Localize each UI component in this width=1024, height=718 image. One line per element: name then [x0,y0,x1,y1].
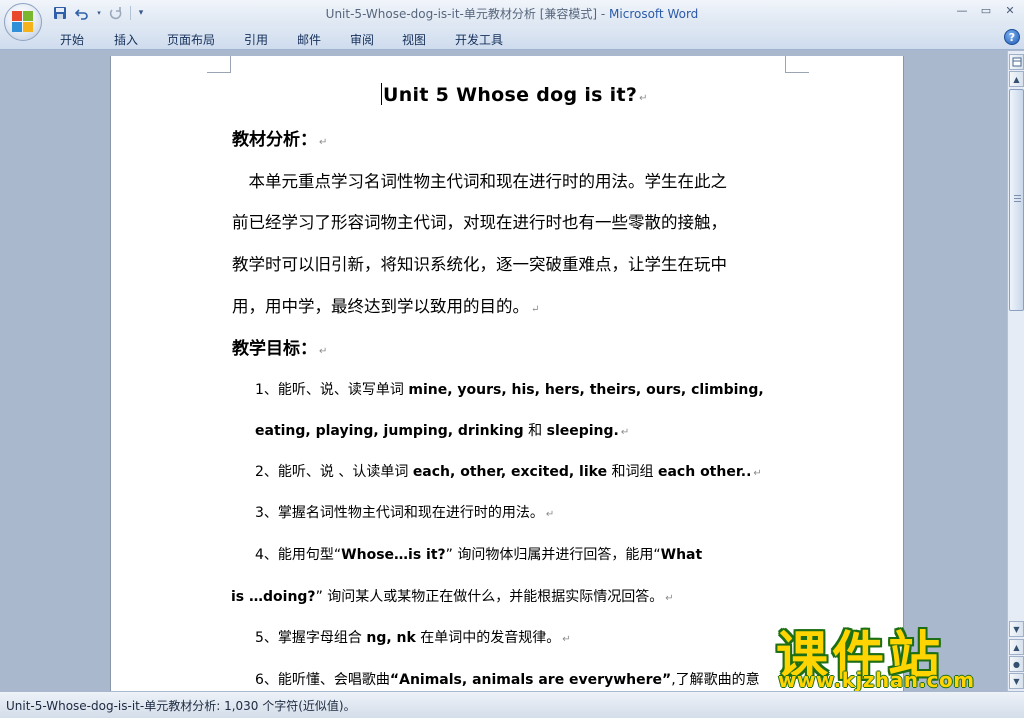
objective-english: ng, nk [366,630,416,646]
help-icon[interactable]: ? [1004,29,1020,45]
document-name: Unit-5-Whose-dog-is-it-单元教材分析 [兼容模式] [325,7,598,21]
objective-english: each, other, excited, like [412,464,608,480]
crop-mark-top-right [785,56,809,73]
section-heading-teaching-goals: 教学目标： ↵ [232,334,327,359]
title-separator: - [597,7,610,21]
select-browse-object-icon[interactable]: ● [1009,656,1024,672]
heading-text: 教学目标： [232,339,317,359]
objective-english: sleeping. [546,423,619,439]
text-cursor [381,83,382,105]
objective-text: 在单词中的发音规律。 [415,630,561,646]
objective-english: is …doing? [231,589,316,605]
document-work-area: Unit 5 Whose dog is it? ↵ 教材分析： ↵ 本单元重点学习名… [0,51,1007,692]
tab-mailings[interactable]: 邮件 [297,31,321,48]
objective-text: 和 [523,423,547,439]
view-ruler-icon[interactable] [1009,54,1024,70]
watermark-url: www.kjzhan.com [778,668,975,692]
objective-text: ” 询问某人或某物正在做什么，并能根据实际情况回答。 [315,589,664,605]
application-name: Microsoft Word [609,7,699,21]
office-button[interactable] [4,3,42,41]
body-line-2: 前已经学习了形容词物主代词，对现在进行时也有一些零散的接触， [232,213,727,232]
paragraph-mark: ↵ [562,634,571,645]
objective-1-line-2: eating, playing, jumping, drinking 和 sle… [255,420,629,440]
objective-5: 5、掌握字母组合 ng, nk 在单词中的发音规律。 ↵ [255,627,571,647]
title-bar: ▾ ▾ Unit-5-Whose-dog-is-it-单元教材分析 [兼容模式]… [0,0,1024,26]
close-button[interactable]: ✕ [1000,2,1020,18]
window-controls: — ▭ ✕ [952,2,1020,18]
heading-text: 教材分析： [232,130,317,150]
paragraph-mark: ↵ [753,468,762,479]
body-line-1: 本单元重点学习名词性物主代词和现在进行时的用法。学生在此之 [232,172,728,191]
objective-english: eating, playing, jumping, drinking [255,423,524,439]
paragraph-mark: ↵ [319,346,328,357]
paragraph-mark: ↵ [319,137,328,148]
paragraph-mark: ↵ [545,509,555,520]
section-heading-material-analysis: 教材分析： ↵ [232,125,327,150]
objective-6: 6、能听懂、会唱歌曲“Animals, animals are everywhe… [255,669,760,689]
objective-text: ,了解歌曲的意 [671,672,760,688]
tab-developer[interactable]: 开发工具 [455,31,503,48]
paragraph-mark: ↵ [665,593,674,604]
objective-english: What [660,547,703,563]
objective-english: Whose…is it? [341,547,446,563]
objective-2: 2、能听、说 、认读单词 each, other, excited, like … [255,461,762,481]
tab-home[interactable]: 开始 [60,31,84,48]
status-word-count[interactable]: Unit-5-Whose-dog-is-it-单元教材分析: 1,030 个字符… [6,697,356,714]
crop-mark-top-left [207,56,231,73]
document-title: Unit 5 Whose dog is it? ↵ [381,83,648,106]
grip-line [1014,195,1021,196]
document-page[interactable]: Unit 5 Whose dog is it? ↵ 教材分析： ↵ 本单元重点学习名… [110,56,904,692]
objective-1-line-1: 1、能听、说、读写单词 mine, yours, his, hers, thei… [255,379,764,399]
objective-text: 3、掌握名词性物主代词和现在进行时的用法。 [255,505,544,521]
tab-references[interactable]: 引用 [244,31,268,48]
objective-english: “Animals, animals are everywhere” [389,672,672,688]
body-line-4-text: 用，用中学，最终达到学以致用的目的。 [232,297,529,316]
paragraph-mark: ↵ [639,93,648,104]
scroll-down-icon[interactable]: ▼ [1009,621,1024,637]
next-page-icon[interactable]: ▼ [1009,673,1024,689]
objective-text: 2、能听、说 、认读单词 [255,464,413,480]
scroll-up-icon[interactable]: ▲ [1009,71,1024,87]
tab-page-layout[interactable]: 页面布局 [167,31,215,48]
objective-text: 6、能听懂、会唱歌曲 [255,672,390,688]
objective-4-line-2: is …doing?” 询问某人或某物正在做什么，并能根据实际情况回答。 ↵ [231,586,674,606]
objective-english: mine, yours, his, hers, theirs, ours, cl… [408,382,764,398]
objective-text: 1、能听、说、读写单词 [255,382,409,398]
status-bar: Unit-5-Whose-dog-is-it-单元教材分析: 1,030 个字符… [0,691,1024,718]
objective-4-line-1: 4、能用句型“Whose…is it?” 询问物体归属并进行回答，能用“What [255,544,702,564]
body-line-3: 教学时可以旧引新，将知识系统化，逐一突破重难点，让学生在玩中 [232,255,727,274]
objective-text: ” 询问物体归属并进行回答，能用“ [445,547,661,563]
scrollbar-thumb[interactable] [1009,89,1024,311]
minimize-button[interactable]: — [952,2,972,18]
body-line-4: 用，用中学，最终达到学以致用的目的。 ↵ [232,293,539,317]
objective-3: 3、掌握名词性物主代词和现在进行时的用法。 ↵ [255,502,554,522]
objective-text: 5、掌握字母组合 [255,630,367,646]
previous-page-icon[interactable]: ▲ [1009,639,1024,655]
document-title-text: Unit 5 Whose dog is it? [383,84,638,106]
ribbon-tabs: 开始 插入 页面布局 引用 邮件 审阅 视图 开发工具 [0,26,1024,50]
objective-text: 和词组 [607,464,658,480]
grip-line [1014,198,1021,199]
grip-line [1014,201,1021,202]
tab-view[interactable]: 视图 [402,31,426,48]
vertical-scrollbar[interactable]: ▲ ▼ ▲ ● ▼ [1007,51,1024,691]
paragraph-mark: ↵ [620,427,630,438]
restore-button[interactable]: ▭ [976,2,996,18]
tab-insert[interactable]: 插入 [114,31,138,48]
window-title: Unit-5-Whose-dog-is-it-单元教材分析 [兼容模式] - M… [0,5,1024,22]
paragraph-mark: ↵ [531,304,540,315]
tab-review[interactable]: 审阅 [350,31,374,48]
objective-text: 4、能用句型“ [255,547,342,563]
office-logo-icon [12,11,34,33]
objective-english: each other.. [657,464,752,480]
